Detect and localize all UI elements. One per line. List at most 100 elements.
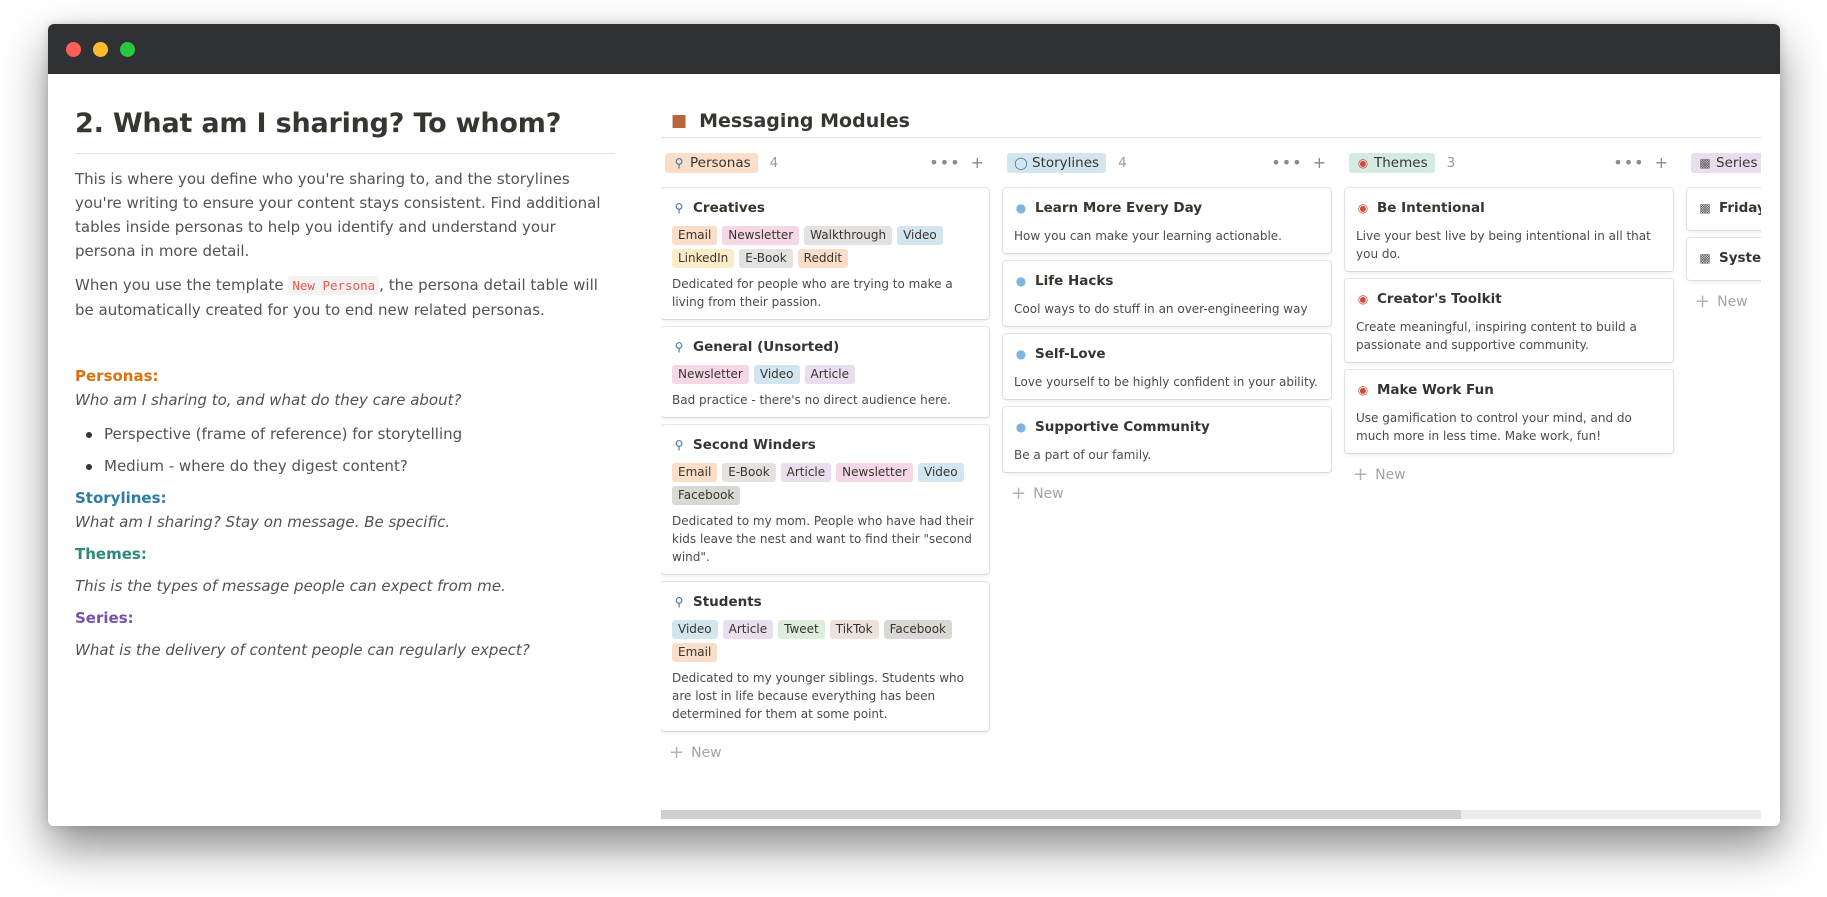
new-label: New [1375, 467, 1406, 483]
target-icon: ◉ [1357, 292, 1369, 306]
tag: Newsletter [836, 463, 914, 482]
series-label: Series: [75, 609, 134, 627]
column-name: Personas [690, 155, 751, 171]
card-desc: Be a part of our family. [1014, 448, 1152, 462]
bullet-item: Perspective (frame of reference) for sto… [75, 418, 615, 450]
plus-icon: + [1011, 483, 1027, 504]
new-card-button[interactable]: + New [1003, 483, 1331, 504]
scrollbar-thumb[interactable] [661, 810, 1461, 819]
board-card[interactable]: ● Life Hacks Cool ways to do stuff in an … [1003, 261, 1331, 326]
add-icon[interactable]: + [1313, 153, 1327, 172]
column-tag-personas[interactable]: ⚲ Personas [665, 153, 758, 173]
card-desc: Dedicated to my younger siblings. Studen… [672, 671, 964, 721]
card-title: ● Supportive Community [1014, 417, 1321, 437]
card-title: ⚲ Creatives [672, 198, 979, 218]
calendar-icon: ▩ [1699, 156, 1711, 170]
card-desc: Love yourself to be highly confident in … [1014, 375, 1318, 389]
board-card[interactable]: ▩ System [1687, 238, 1761, 280]
cube-icon: ■ [671, 110, 688, 131]
board-card[interactable]: ◉ Be Intentional Live your best live by b… [1345, 188, 1673, 271]
bullet-item: Medium - where do they digest content? [75, 450, 615, 482]
column-actions: ••• + [919, 153, 985, 172]
card-title-text: System [1719, 250, 1761, 266]
search-icon: ⚲ [674, 156, 684, 170]
themes-desc: This is the types of message people can … [75, 577, 506, 595]
tag: Video [918, 463, 964, 482]
template-code: New Persona [288, 276, 380, 295]
column-tag-storylines[interactable]: ◯ Storylines [1007, 153, 1107, 173]
board-card[interactable]: ⚲ Creatives Email Newsletter Walkthrough … [661, 188, 989, 319]
column-header: ◉ Themes 3 ••• + [1345, 146, 1673, 180]
themes-block: Themes: This is the types of message peo… [75, 542, 615, 598]
column-actions: ••• + [1261, 153, 1327, 172]
new-card-button[interactable]: + New [661, 744, 989, 762]
board-title[interactable]: Messaging Modules [699, 110, 910, 132]
tag: Newsletter [672, 365, 749, 384]
calendar-icon: ▩ [1699, 251, 1711, 265]
zoom-window-button[interactable] [120, 42, 135, 57]
target-icon: ◉ [1357, 156, 1369, 170]
tag: E-Book [739, 249, 793, 268]
card-desc: Cool ways to do stuff in an over-enginee… [1014, 302, 1308, 316]
close-window-button[interactable] [66, 42, 81, 57]
board-card[interactable]: ◉ Creator's Toolkit Create meaningful, in… [1345, 279, 1673, 362]
board-card[interactable]: ▩ Friday [1687, 188, 1761, 230]
board-card[interactable]: ⚲ General (Unsorted) Newsletter Video Art… [661, 327, 989, 417]
tag: E-Book [722, 463, 776, 482]
board-card[interactable]: ◉ Make Work Fun Use gamification to contr… [1345, 370, 1673, 453]
search-icon: ⚲ [674, 595, 684, 609]
more-icon[interactable]: ••• [1613, 153, 1644, 172]
card-title-text: Learn More Every Day [1035, 200, 1203, 216]
card-desc: Dedicated to my mom. People who have had… [672, 514, 974, 564]
board-column-themes: ◉ Themes 3 ••• + ◉ Be Intentional Live your… [1345, 146, 1673, 485]
storylines-desc: What am I sharing? Stay on message. Be s… [75, 513, 451, 531]
speech-bubble-icon: ◯ [1014, 156, 1028, 170]
tag: Newsletter [722, 226, 800, 245]
target-icon: ◉ [1357, 383, 1369, 397]
board-card[interactable]: ⚲ Second Winders Email E-Book Article New… [661, 425, 989, 574]
card-tags: Email E-Book Article Newsletter Video Fa… [672, 463, 979, 505]
board-card[interactable]: ● Self-Love Love yourself to be highly co… [1003, 334, 1331, 399]
card-tags: Email Newsletter Walkthrough Video Linke… [672, 226, 979, 268]
template-paragraph: When you use the template New Persona, t… [75, 273, 615, 322]
board-column-series: ▩ Series ▩ Friday ▩ System + New [1687, 146, 1761, 312]
column-name: Series [1716, 155, 1758, 171]
column-name: Themes [1374, 155, 1428, 171]
more-icon[interactable]: ••• [1271, 153, 1302, 172]
column-tag-themes[interactable]: ◉ Themes [1349, 153, 1435, 173]
calendar-icon: ▩ [1699, 201, 1711, 215]
personas-bullets: Perspective (frame of reference) for sto… [75, 418, 615, 482]
plus-icon: + [1695, 291, 1711, 312]
speech-bubble-icon: ● [1015, 201, 1027, 215]
card-title: ⚲ Second Winders [672, 435, 979, 455]
more-icon[interactable]: ••• [929, 153, 960, 172]
board-title-row: ■ Messaging Modules [661, 104, 1761, 138]
tag: Video [897, 226, 943, 245]
add-icon[interactable]: + [971, 153, 985, 172]
board-card[interactable]: ● Supportive Community Be a part of our f… [1003, 407, 1331, 472]
tag: LinkedIn [672, 249, 735, 268]
column-count: 4 [769, 155, 779, 171]
card-desc: Dedicated for people who are trying to m… [672, 277, 953, 309]
card-title-text: Creator's Toolkit [1377, 291, 1502, 307]
column-tag-series[interactable]: ▩ Series [1691, 153, 1761, 173]
card-title: ⚲ General (Unsorted) [672, 337, 979, 357]
column-header: ⚲ Personas 4 ••• + [661, 146, 989, 180]
tag: Video [753, 365, 800, 384]
speech-bubble-icon: ● [1015, 420, 1027, 434]
plus-icon: + [1353, 464, 1369, 485]
minimize-window-button[interactable] [93, 42, 108, 57]
add-icon[interactable]: + [1655, 153, 1669, 172]
card-desc: Create meaningful, inspiring content to … [1356, 320, 1637, 352]
personas-label: Personas: [75, 367, 159, 385]
card-title-text: Make Work Fun [1377, 382, 1494, 398]
card-desc: Use gamification to control your mind, a… [1356, 411, 1632, 443]
new-card-button[interactable]: + New [1687, 291, 1761, 312]
card-title: ▩ Friday [1698, 198, 1761, 218]
board-card[interactable]: ⚲ Students Video Article Tweet TikTok Fac… [661, 582, 989, 731]
board-card[interactable]: ● Learn More Every Day How you can make y… [1003, 188, 1331, 253]
new-card-button[interactable]: + New [1345, 464, 1673, 485]
card-title-text: Students [693, 594, 762, 610]
horizontal-scrollbar[interactable] [661, 810, 1761, 819]
intro-paragraph: This is where you define who you're shar… [75, 170, 601, 260]
